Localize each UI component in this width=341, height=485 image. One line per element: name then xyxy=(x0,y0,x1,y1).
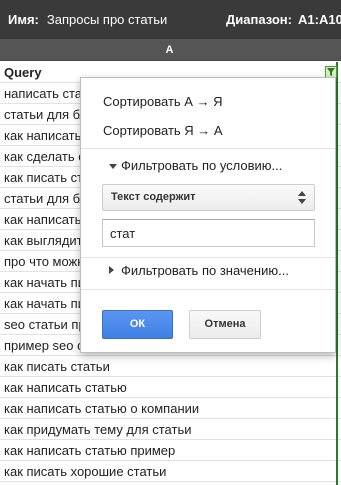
filter-by-condition-toggle[interactable]: Фильтровать по условию... xyxy=(121,158,282,173)
condition-select[interactable]: Текст содержит xyxy=(102,184,315,211)
table-row[interactable]: как писать хорошие статьи xyxy=(0,461,341,482)
funnel-icon xyxy=(327,68,335,76)
popup-divider xyxy=(81,257,335,258)
condition-value-input[interactable] xyxy=(102,219,315,247)
table-row[interactable]: как написать статью xyxy=(0,377,341,398)
sort-z-a-item[interactable]: Сортировать Я → А xyxy=(103,123,223,138)
column-letter: A xyxy=(165,43,174,56)
table-row[interactable]: как писать статьи xyxy=(0,356,341,377)
table-row[interactable]: как придумать тему для статьи xyxy=(0,419,341,440)
table-row[interactable]: как написать статью о компании xyxy=(0,398,341,419)
column-header-a[interactable]: A xyxy=(0,39,341,61)
filter-view-bar: Имя: Запросы про статьи Диапазон: A1:A10 xyxy=(0,0,341,39)
sort-a-z-item[interactable]: Сортировать А → Я xyxy=(103,94,223,109)
expand-down-icon xyxy=(109,164,117,169)
table-row[interactable]: как написать статью пример xyxy=(0,440,341,461)
popup-divider xyxy=(81,148,335,149)
filter-name-value[interactable]: Запросы про статьи xyxy=(47,12,167,27)
popup-divider xyxy=(81,289,335,290)
filter-by-value-toggle[interactable]: Фильтровать по значению... xyxy=(121,263,289,278)
select-arrows-icon xyxy=(298,191,306,205)
filter-name-label: Имя: xyxy=(8,12,39,27)
cancel-button[interactable]: Отмена xyxy=(189,310,261,339)
filter-popup: Сортировать А → Я Сортировать Я → А Филь… xyxy=(80,77,336,353)
filter-range-border xyxy=(336,62,338,485)
filter-range-label: Диапазон: xyxy=(226,12,292,27)
expand-right-icon xyxy=(109,266,114,274)
filter-range-value[interactable]: A1:A10 xyxy=(298,12,341,27)
condition-select-value: Текст содержит xyxy=(111,191,196,203)
ok-button[interactable]: ОК xyxy=(102,310,173,339)
